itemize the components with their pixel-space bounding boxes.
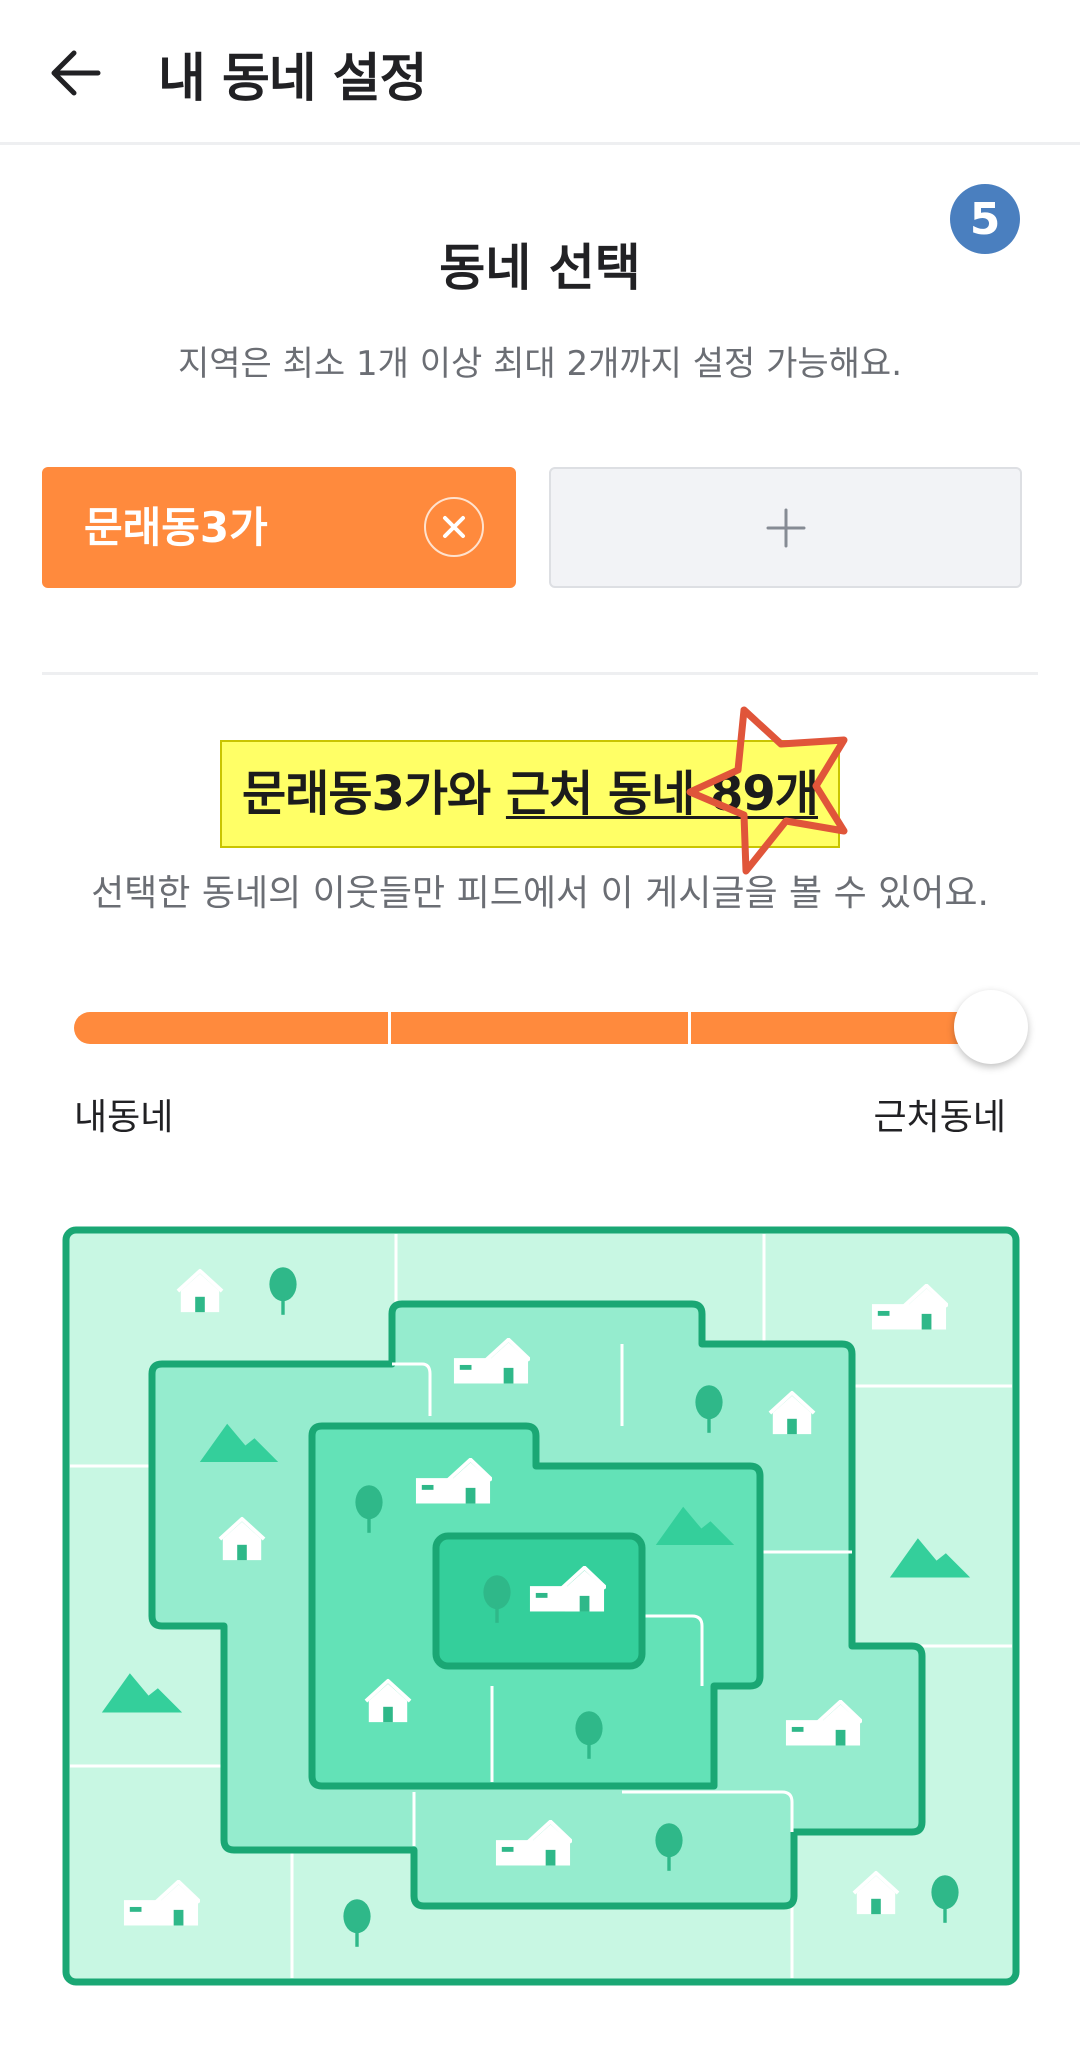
range-slider-track[interactable] (74, 1012, 992, 1044)
slider-tick (688, 1012, 691, 1044)
range-slider-thumb[interactable] (954, 990, 1028, 1064)
plus-icon (766, 508, 805, 547)
add-neighborhood-button[interactable] (549, 467, 1022, 588)
neighborhood-label: 문래동3가 (84, 503, 268, 552)
remove-neighborhood-button[interactable] (424, 497, 484, 557)
selected-neighborhood-chip[interactable]: 문래동3가 (42, 467, 516, 588)
page-title: 내 동네 설정 (158, 49, 427, 109)
close-icon (443, 516, 465, 538)
neighborhood-map-illustration (62, 1226, 1020, 1986)
back-button[interactable] (40, 38, 110, 108)
range-note: 선택한 동네의 이웃들만 피드에서 이 게시글을 볼 수 있어요. (91, 873, 989, 914)
range-min-label: 내동네 (74, 1097, 174, 1138)
section-divider (42, 672, 1038, 675)
headline-prefix: 문래동3가와 (242, 766, 506, 822)
app-bar: 내 동네 설정 (0, 0, 1080, 145)
range-max-label: 근처동네 (873, 1097, 1006, 1138)
slider-tick (388, 1012, 391, 1044)
section-description: 지역은 최소 1개 이상 최대 2개까지 설정 가능해요. (177, 344, 903, 384)
arrow-left-icon (51, 50, 101, 96)
section-title: 동네 선택 (439, 239, 641, 297)
star-outline-icon (686, 706, 848, 875)
